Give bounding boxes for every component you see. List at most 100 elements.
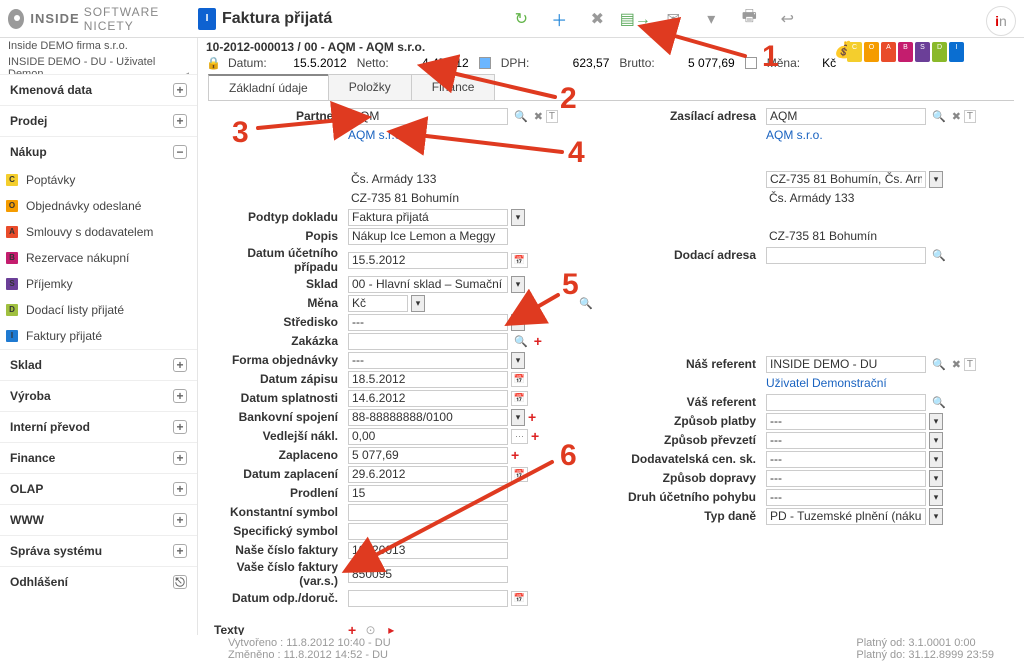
sidebar-acc-správa-systému[interactable]: Správa systému+ xyxy=(0,535,197,566)
context-company[interactable]: Inside DEMO firma s.r.o. xyxy=(0,38,197,54)
search-icon[interactable]: 🔍 xyxy=(576,297,596,310)
sidebar-acc-www[interactable]: WWW+ xyxy=(0,504,197,535)
export-icon[interactable]: ▤→ xyxy=(626,10,644,28)
doc-type-chip[interactable]: I xyxy=(198,8,216,30)
bankovni-spojeni-select[interactable] xyxy=(348,409,508,426)
clear-icon[interactable]: ✖ xyxy=(952,110,961,123)
dropdown-icon[interactable]: ▾ xyxy=(929,171,943,188)
chip-i[interactable]: I xyxy=(949,42,964,62)
dropdown-icon[interactable]: ▾ xyxy=(929,432,943,449)
print-icon[interactable]: 🖶 xyxy=(740,10,758,28)
partner-input[interactable] xyxy=(348,108,508,125)
zp-select[interactable] xyxy=(766,413,926,430)
nase-cislo-input[interactable] xyxy=(348,542,508,559)
search-icon[interactable]: 🔍 xyxy=(929,396,949,409)
search-icon[interactable]: 🔍 xyxy=(929,110,949,123)
sidebar-item-příjemky[interactable]: SPříjemky xyxy=(0,271,197,297)
dropdown-icon[interactable]: ▾ xyxy=(929,470,943,487)
datum-odp-input[interactable] xyxy=(348,590,508,607)
zakazka-input[interactable] xyxy=(348,333,508,350)
dup-select[interactable] xyxy=(766,489,926,506)
prodleni-input[interactable] xyxy=(348,485,508,502)
sidebar-acc-kmenová-data[interactable]: Kmenová data+ xyxy=(0,74,197,105)
partner-link[interactable]: AQM s.r.o. xyxy=(348,128,405,142)
new-icon[interactable]: ＋ xyxy=(550,10,568,28)
eye-icon[interactable]: ⊙ xyxy=(366,623,376,635)
add-payment-button[interactable]: + xyxy=(511,447,519,463)
sidebar-item-rezervace-nákupní[interactable]: BRezervace nákupní xyxy=(0,245,197,271)
calendar-icon[interactable]: 📅 xyxy=(511,253,528,268)
expand-icon[interactable]: + xyxy=(173,513,187,527)
expand-icon[interactable]: ⎋ xyxy=(173,575,187,589)
referent-link[interactable]: Uživatel Demonstrační xyxy=(766,376,887,390)
expand-icon[interactable]: + xyxy=(173,358,187,372)
expand-icon[interactable]: + xyxy=(173,451,187,465)
ellipsis-icon[interactable]: ⋯ xyxy=(511,429,528,444)
dropdown-icon[interactable]: ▾ xyxy=(929,413,943,430)
chip-o[interactable]: O xyxy=(864,42,879,62)
expand-icon[interactable]: + xyxy=(173,114,187,128)
chip-s[interactable]: S xyxy=(915,42,930,62)
chip-d[interactable]: D xyxy=(932,42,947,62)
search-icon[interactable]: 🔍 xyxy=(511,335,531,348)
search-icon[interactable]: 🔍 xyxy=(929,249,949,262)
nas-referent-input[interactable] xyxy=(766,356,926,373)
dropdown-icon[interactable]: ▾ xyxy=(511,276,525,293)
dropdown-icon[interactable]: ▾ xyxy=(511,209,525,226)
calendar-icon[interactable]: 📅 xyxy=(511,467,528,482)
ks-input[interactable] xyxy=(348,504,508,521)
sidebar-item-smlouvy-s-dodavatelem[interactable]: ASmlouvy s dodavatelem xyxy=(0,219,197,245)
tab-polozky[interactable]: Položky xyxy=(328,74,412,100)
search-icon[interactable]: 🔍 xyxy=(511,110,531,123)
typ-dane-select[interactable] xyxy=(766,508,926,525)
sidebar-acc-nákup[interactable]: Nákup− xyxy=(0,136,197,167)
expand-icon[interactable]: + xyxy=(173,482,187,496)
sidebar-acc-sklad[interactable]: Sklad+ xyxy=(0,349,197,380)
forma-select[interactable] xyxy=(348,352,508,369)
brutto-check[interactable] xyxy=(745,57,757,69)
popis-input[interactable] xyxy=(348,228,508,245)
clear-icon[interactable]: ✖ xyxy=(534,110,543,123)
datum-splatnosti-input[interactable] xyxy=(348,390,508,407)
expand-icon[interactable]: + xyxy=(173,389,187,403)
podtyp-select[interactable] xyxy=(348,209,508,226)
calendar-icon[interactable]: 📅 xyxy=(511,372,528,387)
dropdown-icon[interactable]: ▾ xyxy=(929,489,943,506)
add-text-button[interactable]: + xyxy=(348,622,356,635)
delete-icon[interactable]: ✖ xyxy=(588,10,606,28)
expand-icon[interactable]: + xyxy=(173,83,187,97)
text-mode-icon[interactable]: T xyxy=(964,358,976,371)
reply-icon[interactable]: ↩ xyxy=(778,10,796,28)
chip-b[interactable]: B xyxy=(898,42,913,62)
text-mode-icon[interactable]: T xyxy=(546,110,558,123)
sidebar-acc-výroba[interactable]: Výroba+ xyxy=(0,380,197,411)
sidebar-acc-interní-převod[interactable]: Interní převod+ xyxy=(0,411,197,442)
clear-icon[interactable]: ✖ xyxy=(952,358,961,371)
zaplaceno-input[interactable] xyxy=(348,447,508,464)
sidebar-acc-prodej[interactable]: Prodej+ xyxy=(0,105,197,136)
add-zakazka-button[interactable]: + xyxy=(534,333,542,349)
zdop-select[interactable] xyxy=(766,470,926,487)
dodaci-adresa-input[interactable] xyxy=(766,247,926,264)
sidebar-acc-olap[interactable]: OLAP+ xyxy=(0,473,197,504)
sidebar-item-faktury-přijaté[interactable]: IFaktury přijaté xyxy=(0,323,197,349)
ss-input[interactable] xyxy=(348,523,508,540)
dropdown-icon[interactable]: ▾ xyxy=(511,352,525,369)
chip-a[interactable]: A xyxy=(881,42,896,62)
text-mode-icon[interactable]: T xyxy=(964,110,976,123)
vedlejsi-nakl-input[interactable] xyxy=(348,428,508,445)
mail-icon[interactable]: ✉ xyxy=(664,10,682,28)
stredisko-select[interactable] xyxy=(348,314,508,331)
vas-referent-input[interactable] xyxy=(766,394,926,411)
refresh-icon[interactable]: ↻ xyxy=(512,10,530,28)
zprev-select[interactable] xyxy=(766,432,926,449)
money-bag-icon[interactable]: 💰 xyxy=(834,40,848,54)
za-addr1-select[interactable] xyxy=(766,171,926,188)
vase-cislo-input[interactable] xyxy=(348,566,508,583)
tab-zakladni-udaje[interactable]: Základní údaje xyxy=(208,74,329,100)
add-nakl-button[interactable]: + xyxy=(531,428,539,444)
sidebar-acc-odhlášení[interactable]: Odhlášení⎋ xyxy=(0,566,197,597)
dcs-select[interactable] xyxy=(766,451,926,468)
dropdown-icon[interactable]: ▾ xyxy=(929,508,943,525)
sidebar-acc-finance[interactable]: Finance+ xyxy=(0,442,197,473)
